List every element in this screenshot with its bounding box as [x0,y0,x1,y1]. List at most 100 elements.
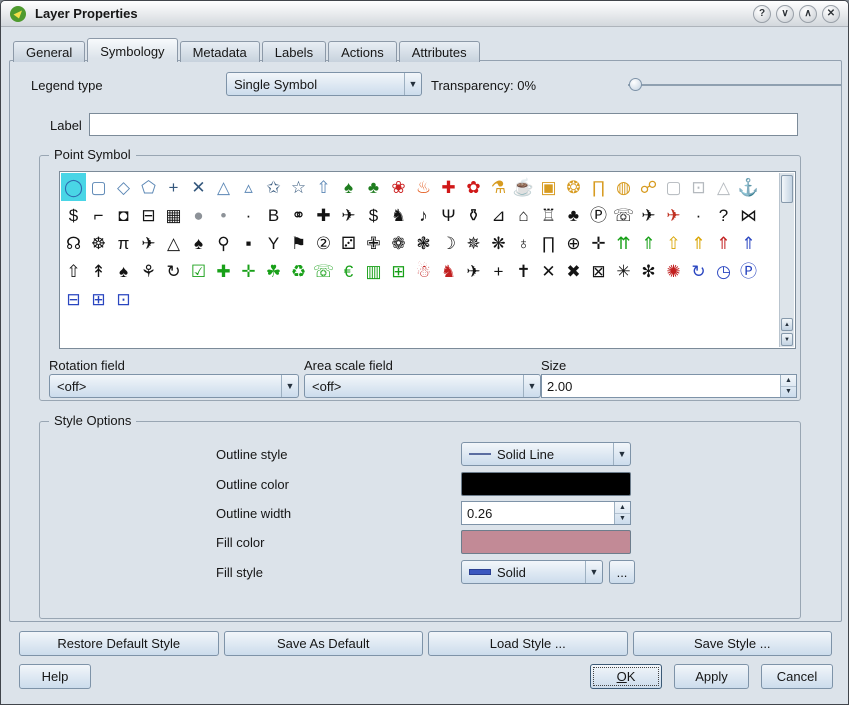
symbol-icon[interactable]: ✳ [611,257,636,285]
symbol-icon[interactable]: ☽ [436,229,461,257]
symbol-icon[interactable]: ∏ [586,173,611,201]
symbol-icon[interactable]: ⚓ [736,173,761,201]
symbol-icon[interactable]: ⋈ [736,201,761,229]
symbol-icon[interactable]: △ [161,229,186,257]
symbol-icon[interactable]: ♞ [436,257,461,285]
fill-style-browse-button[interactable]: ... [609,560,635,584]
apply-button[interactable]: Apply [674,664,749,689]
help-titlebar-button[interactable]: ? [753,5,771,23]
symbol-icon[interactable]: ✻ [636,257,661,285]
symbol-icon[interactable]: ♨ [411,173,436,201]
transparency-slider[interactable] [628,76,842,94]
symbol-icon[interactable]: ❋ [486,229,511,257]
outline-style-combobox[interactable]: Solid Line ▼ [461,442,631,466]
symbol-icon[interactable]: ▥ [361,257,386,285]
symbol-icon[interactable]: ⊟ [136,201,161,229]
symbol-icon[interactable]: ☘ [261,257,286,285]
fill-color-button[interactable] [461,530,631,554]
legend-type-combobox[interactable]: Single Symbol ▼ [226,72,422,96]
fill-style-combobox[interactable]: Solid ▼ [461,560,603,584]
symbol-icon[interactable]: ▦ [161,201,186,229]
symbol-icon[interactable]: ⌂ [511,201,536,229]
symbol-icon[interactable]: ☑ [186,257,211,285]
symbol-icon[interactable]: Y [261,229,286,257]
symbol-icon[interactable]: ⚘ [136,257,161,285]
symbol-icon[interactable]: · [686,201,711,229]
spin-down-icon[interactable]: ▼ [781,387,796,398]
symbol-icon[interactable]: ⚲ [211,229,236,257]
symbol-icon[interactable]: ⇑ [636,229,661,257]
symbol-icon[interactable]: ♪ [411,201,436,229]
symbol-icon[interactable]: ⊠ [586,257,611,285]
symbol-icon[interactable]: ⊡ [111,285,136,313]
symbol-icon[interactable]: ? [711,201,736,229]
symbol-icon[interactable]: ✈ [461,257,486,285]
symbol-icon[interactable]: · [236,201,261,229]
symbol-icon[interactable]: ✕ [186,173,211,201]
save-as-default-button[interactable]: Save As Default [224,631,424,656]
symbol-icon[interactable]: ☃ [411,257,436,285]
symbol-icon[interactable]: △ [211,173,236,201]
rotation-field-combobox[interactable]: <off> ▼ [49,374,299,398]
symbol-icon[interactable]: ♠ [111,257,136,285]
symbol-icon[interactable]: ✩ [261,173,286,201]
symbol-icon[interactable]: ◇ [111,173,136,201]
symbol-icon[interactable]: ⬠ [136,173,161,201]
symbol-icon[interactable]: ✵ [461,229,486,257]
symbol-icon[interactable]: ✿ [461,173,486,201]
symbol-icon[interactable]: ② [311,229,336,257]
tab-general[interactable]: General [13,41,85,62]
symbol-icon[interactable]: ↟ [86,257,111,285]
symbol-icon[interactable]: ❁ [386,229,411,257]
symbol-icon[interactable]: ● [186,201,211,229]
symbol-icon[interactable]: ⊡ [686,173,711,201]
symbol-icon[interactable]: ✛ [236,257,261,285]
outline-width-spinbox[interactable]: 0.26 ▲ ▼ [461,501,631,525]
load-style-button[interactable]: Load Style ... [428,631,628,656]
symbol-icon[interactable]: △ [711,173,736,201]
close-button[interactable]: ✕ [822,5,840,23]
symbol-icon[interactable]: ☸ [86,229,111,257]
symbol-icon[interactable]: ❃ [411,229,436,257]
symbol-icon[interactable]: ▪ [236,229,261,257]
symbol-icon[interactable]: ▣ [536,173,561,201]
symbol-icon[interactable]: ⊿ [486,201,511,229]
symbol-icon[interactable]: Ⓟ [736,257,761,285]
symbol-icon[interactable]: ⌐ [86,201,111,229]
spin-down-icon[interactable]: ▼ [615,514,630,525]
symbol-icon[interactable]: ✚ [211,257,236,285]
symbol-icon[interactable]: ☍ [636,173,661,201]
symbol-icon[interactable]: ⊞ [86,285,111,313]
area-scale-field-combobox[interactable]: <off> ▼ [304,374,541,398]
symbols-scrollbar[interactable]: ▲ ▼ [779,173,794,347]
symbol-icon[interactable]: Ψ [436,201,461,229]
symbol-icon[interactable]: B [261,201,286,229]
symbol-icon[interactable]: ☏ [611,201,636,229]
save-style-button[interactable]: Save Style ... [633,631,833,656]
symbol-icon[interactable]: ⇑ [686,229,711,257]
symbol-icon[interactable]: ☏ [311,257,336,285]
tab-symbology[interactable]: Symbology [87,38,177,62]
restore-default-style-button[interactable]: Restore Default Style [19,631,219,656]
symbol-icon[interactable]: $ [361,201,386,229]
tab-attributes[interactable]: Attributes [399,41,480,62]
spin-up-icon[interactable]: ▲ [781,375,796,387]
symbol-icon[interactable]: ♁ [511,229,536,257]
symbol-icon[interactable]: ✺ [661,257,686,285]
slider-handle[interactable] [629,78,642,91]
symbol-icon[interactable]: + [161,173,186,201]
symbol-icon[interactable]: ✚ [436,173,461,201]
symbol-icon[interactable]: $ [61,201,86,229]
symbol-icon[interactable]: ◯ [61,173,86,201]
symbol-icon[interactable]: ♠ [336,173,361,201]
spin-up-icon[interactable]: ▲ [615,502,630,514]
symbol-icon[interactable]: ☕ [511,173,536,201]
symbol-icon[interactable]: ⇑ [711,229,736,257]
symbol-icon[interactable]: ✚ [311,201,336,229]
symbol-icon[interactable]: ⊞ [386,257,411,285]
symbol-icon[interactable]: ✈ [336,201,361,229]
tab-actions[interactable]: Actions [328,41,397,62]
symbol-icon[interactable]: ♖ [536,201,561,229]
symbol-icon[interactable]: ⚑ [286,229,311,257]
symbol-icon[interactable]: ∏ [536,229,561,257]
